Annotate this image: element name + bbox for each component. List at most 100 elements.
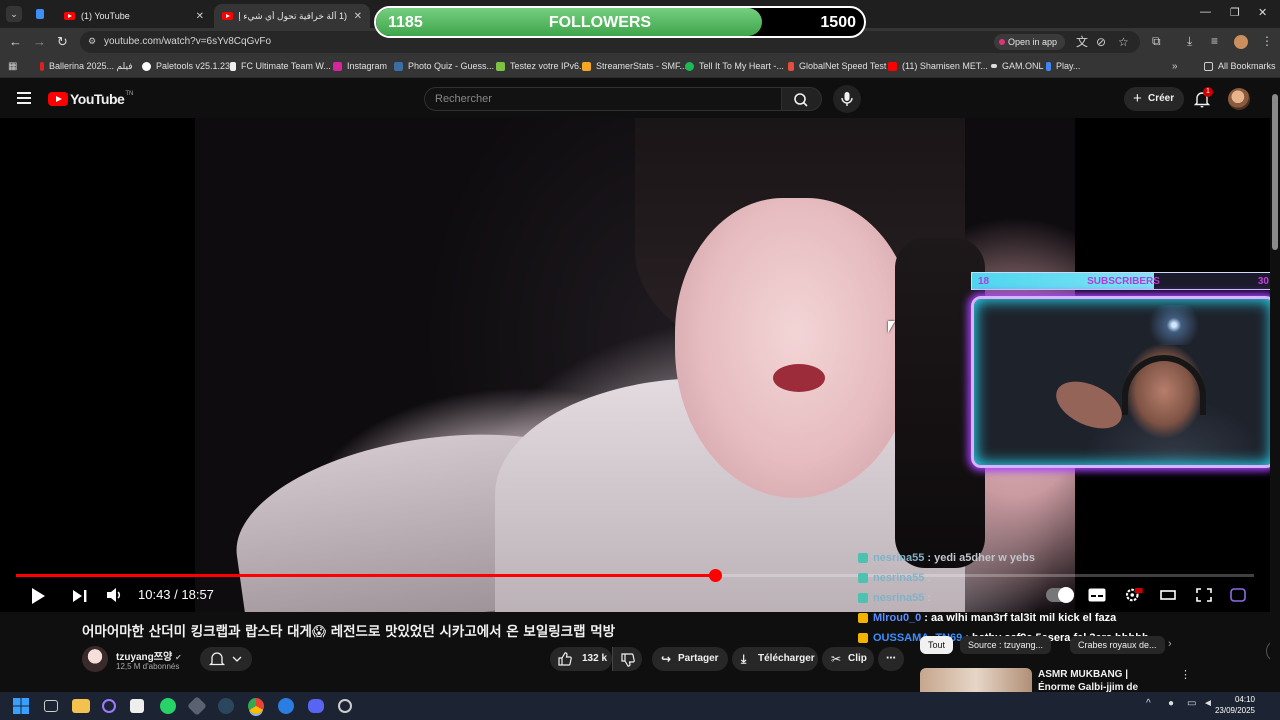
profile-avatar[interactable]: [1234, 35, 1248, 49]
chip-next-icon[interactable]: ›: [1168, 638, 1172, 650]
voice-search-button[interactable]: [833, 85, 861, 113]
theater-mode-icon[interactable]: [1160, 588, 1176, 602]
bookmark-item[interactable]: FC Ultimate Team W...: [230, 61, 331, 71]
chip-source[interactable]: Source : tzuyang...: [960, 636, 1052, 654]
tray-chevron-icon[interactable]: ^: [1146, 698, 1151, 709]
autoplay-toggle[interactable]: [1046, 587, 1074, 603]
app-square-icon[interactable]: [130, 699, 144, 713]
next-icon[interactable]: [73, 590, 87, 602]
bookmark-item[interactable]: (11) Shamisen MET...: [888, 61, 988, 71]
channel-avatar[interactable]: [82, 646, 108, 672]
app-blue-icon[interactable]: [278, 698, 294, 714]
minimize-icon[interactable]: —: [1200, 6, 1211, 18]
bookmark-item[interactable]: StreamerStats - SMF...: [582, 61, 687, 71]
eye-off-icon[interactable]: ⊘: [1096, 35, 1106, 49]
subscribers-goal-bar: 18 SUBSCRIBERS 30: [971, 272, 1276, 290]
bookmark-item[interactable]: Paletools v25.1.23: [142, 61, 230, 71]
chip-related[interactable]: Crabes royaux de...: [1070, 636, 1165, 654]
tray-network-icon[interactable]: ▭: [1187, 698, 1196, 709]
whatsapp-icon[interactable]: [160, 698, 176, 714]
subtitles-icon[interactable]: [1088, 588, 1106, 602]
like-button[interactable]: 132 k: [550, 647, 612, 671]
back-icon[interactable]: ←: [9, 35, 22, 49]
file-explorer-icon[interactable]: [72, 699, 90, 713]
reload-icon[interactable]: ↻: [57, 35, 68, 49]
windows-start-icon[interactable]: [12, 697, 30, 715]
more-actions-button[interactable]: ⋯: [878, 647, 904, 671]
more-bookmarks-icon[interactable]: »: [1172, 61, 1178, 72]
recommended-video-thumbnail[interactable]: [920, 668, 1032, 692]
page-scrollbar[interactable]: [1270, 80, 1280, 692]
menu-icon[interactable]: [17, 92, 31, 104]
tray-volume-icon[interactable]: ◄: [1203, 698, 1213, 709]
progress-bar[interactable]: [16, 569, 1254, 582]
chat-user: Mlrou0_0: [873, 612, 922, 624]
app-box-icon[interactable]: [187, 696, 207, 716]
recommended-more-icon[interactable]: ⋮: [1180, 668, 1191, 681]
search-box[interactable]: [424, 87, 782, 111]
chip-all[interactable]: Tout: [920, 636, 954, 654]
chrome-icon[interactable]: [248, 698, 264, 714]
like-count: 132 k: [582, 653, 608, 664]
download-button[interactable]: ⤓ Télécharger: [732, 647, 818, 671]
bookmark-item[interactable]: GlobalNet Speed Test: [788, 61, 886, 71]
scrollbar-thumb[interactable]: [1272, 94, 1278, 250]
tab-youtube[interactable]: (1) YouTube ✕: [56, 4, 212, 28]
extensions-icon[interactable]: ⧉: [1152, 34, 1161, 48]
app-gear-icon[interactable]: [338, 699, 352, 713]
close-tab-icon[interactable]: ✕: [196, 11, 204, 22]
chat-text: :: [927, 592, 932, 604]
open-in-app-button[interactable]: Open in app: [994, 34, 1066, 50]
volume-icon[interactable]: [107, 588, 123, 602]
tray-mic-icon[interactable]: ●: [1168, 698, 1174, 709]
extension-chat-icon[interactable]: [1230, 588, 1246, 602]
create-button[interactable]: Créer: [1124, 87, 1185, 111]
bookmark-item[interactable]: Testez votre IPv6.: [496, 61, 582, 71]
site-info-icon[interactable]: ⚙: [88, 36, 96, 47]
discord-icon[interactable]: [308, 699, 324, 713]
channel-name[interactable]: tzuyang쯔양 ✔: [116, 648, 182, 663]
account-avatar[interactable]: [1228, 88, 1250, 110]
bookmark-item[interactable]: Ballerina 2025... فيلم: [40, 61, 133, 72]
google-play-icon: [1046, 61, 1051, 71]
youtube-favicon-icon: [64, 12, 75, 20]
bookmark-item[interactable]: Photo Quiz - Guess...: [394, 61, 494, 71]
download-icon[interactable]: ⤓: [1187, 34, 1192, 48]
bookmark-item[interactable]: GAM.ONL: [991, 61, 1044, 71]
search-button[interactable]: [782, 87, 822, 111]
bookmark-item[interactable]: Play...: [1046, 61, 1080, 71]
microphone-icon: [841, 92, 853, 106]
bookmark-item[interactable]: Instagram: [333, 61, 387, 71]
fullscreen-icon[interactable]: [1196, 588, 1212, 602]
close-window-icon[interactable]: ✕: [1258, 6, 1267, 19]
clip-button[interactable]: ✂ Clip: [822, 647, 874, 671]
steam-icon[interactable]: [218, 698, 234, 714]
chat-message: nesrina55 : yedi a5dher w yebs: [858, 550, 1035, 566]
restore-icon[interactable]: ❐: [1230, 6, 1240, 19]
clock-time[interactable]: 04:10: [1235, 695, 1255, 704]
app-circle-icon[interactable]: [102, 699, 116, 713]
tab-search-dropdown[interactable]: ⌄: [6, 6, 22, 22]
task-view-icon[interactable]: [44, 700, 58, 712]
settings-gear-icon[interactable]: [1124, 588, 1144, 602]
share-button[interactable]: ↪ Partager: [652, 647, 728, 671]
forward-icon[interactable]: →: [33, 35, 46, 49]
reading-list-icon[interactable]: ≡: [1211, 34, 1218, 48]
chat-user: nesrina55: [873, 592, 925, 604]
subscription-bell-button[interactable]: [200, 647, 252, 671]
dislike-button[interactable]: [612, 647, 642, 671]
apps-grid-icon[interactable]: ▦: [8, 61, 17, 72]
bookmark-star-icon[interactable]: ☆: [1118, 35, 1129, 49]
tab-youtube-active[interactable]: (1 آلة خرافية تحول أي شيء إلى ... ✕: [214, 4, 370, 28]
clock-date[interactable]: 23/09/2025: [1215, 706, 1255, 715]
youtube-logo[interactable]: YouTube TN: [48, 91, 133, 107]
all-bookmarks-button[interactable]: All Bookmarks: [1204, 61, 1276, 71]
more-menu-icon[interactable]: ⋮: [1261, 34, 1273, 48]
pinned-tab-icon[interactable]: [36, 9, 44, 19]
channel-subscriber-count: 12,5 M d'abonnés: [116, 662, 180, 671]
close-tab-icon[interactable]: ✕: [354, 11, 362, 22]
play-icon[interactable]: [32, 588, 45, 604]
translate-icon[interactable]: 文: [1076, 35, 1088, 49]
bookmark-item[interactable]: Tell It To My Heart -...: [685, 61, 784, 71]
search-input[interactable]: [435, 93, 765, 105]
